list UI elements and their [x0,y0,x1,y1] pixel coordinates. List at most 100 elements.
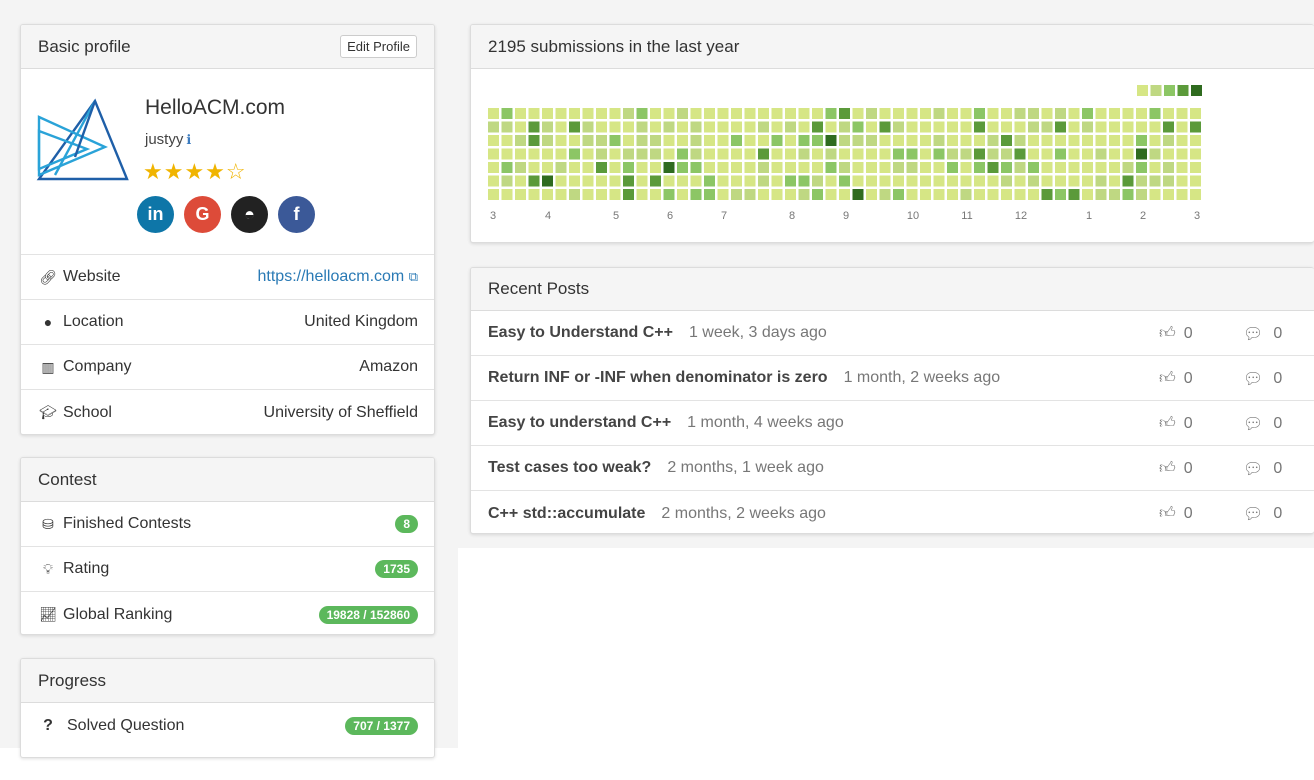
heatmap-day-cell[interactable] [960,148,972,160]
heatmap-day-cell[interactable] [1014,162,1026,173]
heatmap-day-cell[interactable] [1122,108,1134,119]
heatmap-day-cell[interactable] [785,121,796,133]
heatmap-day-cell[interactable] [1190,162,1201,173]
heatmap-day-cell[interactable] [528,189,540,200]
heatmap-day-cell[interactable] [839,175,850,187]
heatmap-day-cell[interactable] [582,108,594,119]
heatmap-day-cell[interactable] [1095,189,1107,200]
heatmap-day-cell[interactable] [1082,148,1093,160]
heatmap-day-cell[interactable] [1136,148,1147,160]
heatmap-day-cell[interactable] [1176,148,1188,160]
heatmap-day-cell[interactable] [906,135,918,146]
google-icon[interactable]: G [184,196,221,233]
heatmap-day-cell[interactable] [852,189,864,200]
heatmap-day-cell[interactable] [1028,135,1039,146]
website-link[interactable]: https://helloacm.com [258,268,405,285]
heatmap-day-cell[interactable] [717,121,729,133]
heatmap-day-cell[interactable] [650,148,661,160]
heatmap-day-cell[interactable] [555,135,567,146]
heatmap-day-cell[interactable] [1055,148,1066,160]
heatmap-day-cell[interactable] [1149,189,1161,200]
heatmap-day-cell[interactable] [609,121,621,133]
heatmap-day-cell[interactable] [1149,162,1161,173]
heatmap-day-cell[interactable] [1136,108,1147,119]
heatmap-day-cell[interactable] [852,162,864,173]
heatmap-day-cell[interactable] [960,189,972,200]
heatmap-day-cell[interactable] [1068,162,1080,173]
heatmap-day-cell[interactable] [879,148,891,160]
heatmap-day-cell[interactable] [1122,121,1134,133]
heatmap-day-cell[interactable] [785,162,796,173]
heatmap-day-cell[interactable] [488,175,499,187]
heatmap-day-cell[interactable] [515,189,526,200]
heatmap-day-cell[interactable] [1041,189,1053,200]
heatmap-day-cell[interactable] [582,189,594,200]
heatmap-day-cell[interactable] [1190,121,1201,133]
heatmap-day-cell[interactable] [650,162,661,173]
heatmap-day-cell[interactable] [974,135,985,146]
heatmap-day-cell[interactable] [866,148,877,160]
heatmap-day-cell[interactable] [785,175,796,187]
heatmap-day-cell[interactable] [893,148,904,160]
heatmap-day-cell[interactable] [1014,108,1026,119]
heatmap-day-cell[interactable] [798,189,810,200]
heatmap-day-cell[interactable] [528,108,540,119]
heatmap-day-cell[interactable] [609,175,621,187]
heatmap-day-cell[interactable] [636,189,648,200]
heatmap-day-cell[interactable] [906,121,918,133]
heatmap-day-cell[interactable] [1014,189,1026,200]
heatmap-day-cell[interactable] [866,189,877,200]
heatmap-day-cell[interactable] [609,135,621,146]
heatmap-day-cell[interactable] [1109,162,1120,173]
thumbs-up-icon[interactable]: 👍︎ [1159,414,1176,433]
heatmap-day-cell[interactable] [1109,135,1120,146]
heatmap-day-cell[interactable] [839,162,850,173]
heatmap-day-cell[interactable] [650,135,661,146]
heatmap-day-cell[interactable] [704,189,715,200]
heatmap-day-cell[interactable] [569,162,580,173]
heatmap-day-cell[interactable] [623,162,634,173]
heatmap-day-cell[interactable] [866,121,877,133]
heatmap-day-cell[interactable] [690,121,702,133]
heatmap-day-cell[interactable] [947,121,958,133]
heatmap-day-cell[interactable] [1095,121,1107,133]
heatmap-day-cell[interactable] [650,121,661,133]
heatmap-day-cell[interactable] [1109,189,1120,200]
heatmap-day-cell[interactable] [731,135,742,146]
heatmap-day-cell[interactable] [1041,108,1053,119]
heatmap-day-cell[interactable] [852,108,864,119]
heatmap-day-cell[interactable] [1190,148,1201,160]
heatmap-day-cell[interactable] [1095,162,1107,173]
heatmap-day-cell[interactable] [623,189,634,200]
thumbs-up-icon[interactable]: 👍︎ [1159,504,1176,523]
heatmap-day-cell[interactable] [1109,121,1120,133]
heatmap-day-cell[interactable] [771,148,783,160]
heatmap-day-cell[interactable] [609,148,621,160]
heatmap-day-cell[interactable] [744,121,756,133]
heatmap-day-cell[interactable] [758,162,769,173]
heatmap-day-cell[interactable] [933,148,945,160]
heatmap-day-cell[interactable] [515,175,526,187]
heatmap-day-cell[interactable] [1163,108,1174,119]
heatmap-day-cell[interactable] [501,121,513,133]
heatmap-day-cell[interactable] [731,148,742,160]
heatmap-day-cell[interactable] [960,108,972,119]
heatmap-day-cell[interactable] [704,162,715,173]
heatmap-day-cell[interactable] [933,162,945,173]
heatmap-day-cell[interactable] [1095,108,1107,119]
heatmap-day-cell[interactable] [1176,189,1188,200]
heatmap-day-cell[interactable] [690,108,702,119]
heatmap-day-cell[interactable] [987,175,999,187]
heatmap-day-cell[interactable] [974,175,985,187]
heatmap-day-cell[interactable] [1001,121,1012,133]
heatmap-day-cell[interactable] [771,175,783,187]
heatmap-day-cell[interactable] [1082,108,1093,119]
heatmap-day-cell[interactable] [866,108,877,119]
heatmap-day-cell[interactable] [1136,175,1147,187]
heatmap-day-cell[interactable] [1176,175,1188,187]
heatmap-day-cell[interactable] [1055,189,1066,200]
heatmap-day-cell[interactable] [515,108,526,119]
heatmap-day-cell[interactable] [839,148,850,160]
heatmap-day-cell[interactable] [825,148,837,160]
heatmap-day-cell[interactable] [933,189,945,200]
